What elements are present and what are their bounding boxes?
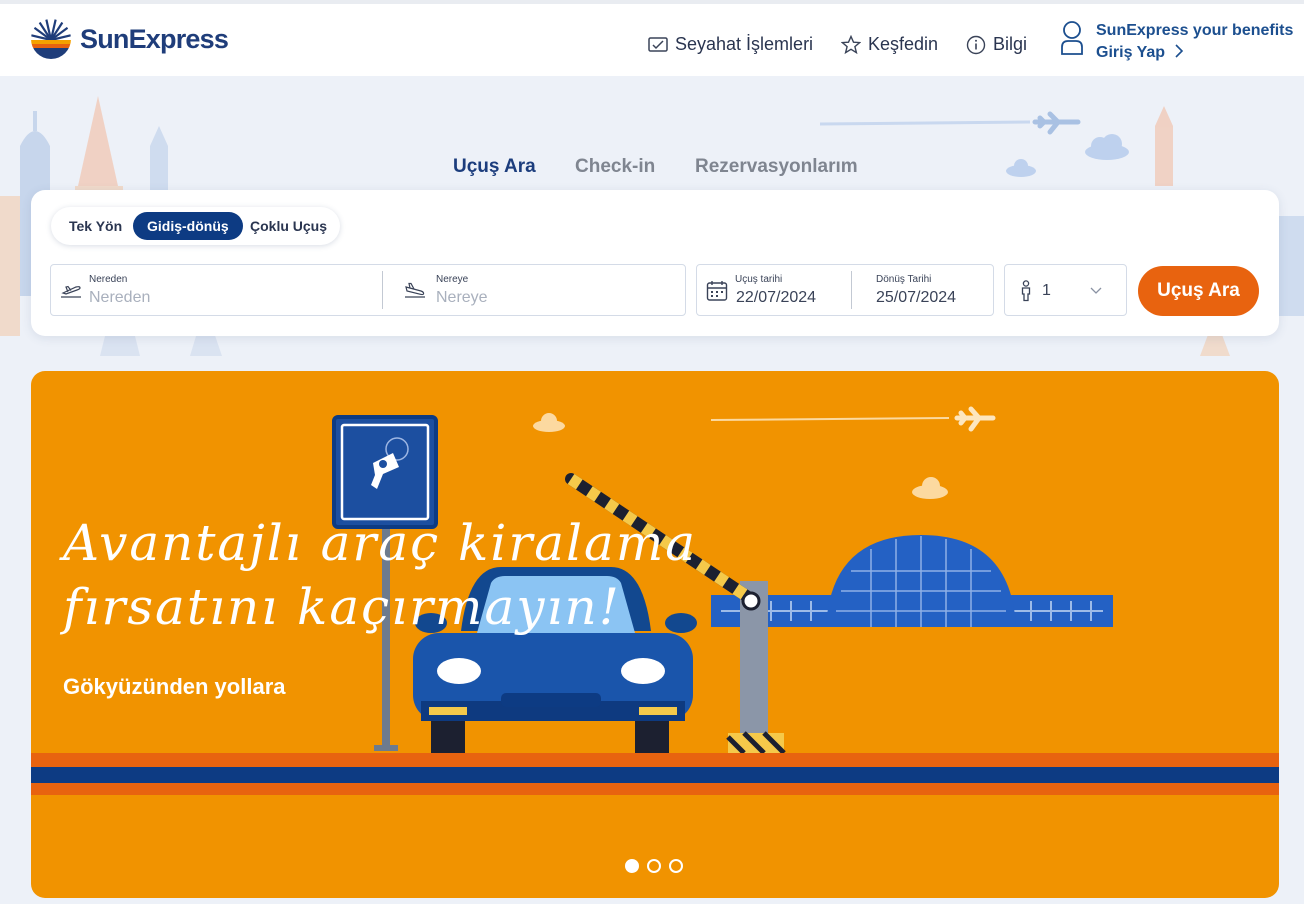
carousel-dots (625, 859, 683, 873)
chevron-right-icon (1174, 44, 1183, 58)
tab-my-reservations[interactable]: Rezervasyonlarım (695, 156, 858, 178)
nav-item-label: Bilgi (993, 34, 1028, 54)
return-date-label: Dönüş Tarihi (876, 274, 932, 285)
field-divider (851, 271, 852, 309)
destination-label: Nereye (436, 274, 469, 285)
login-label: Giriş Yap (1096, 44, 1166, 61)
info-icon (966, 35, 986, 54)
passenger-selector[interactable]: 1 (1004, 264, 1127, 316)
origin-label: Nereden (89, 274, 128, 285)
account-benefits[interactable]: SunExpress your benefits Giriş Yap (1060, 20, 1293, 64)
site-header: SunExpress Seyahat İşlemleri Keşfedin Bi… (0, 4, 1304, 76)
user-icon (1061, 21, 1083, 55)
trip-type-round-trip[interactable]: Gidiş-dönüş (133, 212, 243, 240)
landing-icon (405, 282, 425, 298)
takeoff-icon (61, 285, 81, 298)
search-flights-button[interactable]: Uçuş Ara (1138, 266, 1259, 316)
nav-item-label: Seyahat İşlemleri (675, 34, 814, 54)
chevron-down-icon (1090, 287, 1102, 294)
banner-headline-line1: Avantajlı araç kiralama (63, 514, 698, 572)
departure-date-value: 22/07/2024 (736, 289, 817, 306)
carousel-dot-2[interactable] (647, 859, 661, 873)
origin-field[interactable]: Nereden Nereden (52, 266, 380, 314)
login-link[interactable]: Giriş Yap (1096, 42, 1293, 64)
sun-logo-icon (31, 19, 71, 59)
passenger-count: 1 (1042, 282, 1051, 299)
banner-headline: Avantajlı araç kiralama fırsatını kaçırm… (63, 511, 697, 639)
person-icon (1021, 280, 1031, 302)
brand-name: SunExpress (80, 23, 229, 54)
banner-subline: Gökyüzünden yollara (63, 674, 286, 699)
checkbox-icon (648, 36, 668, 52)
nav-item-label: Keşfedin (868, 34, 939, 54)
return-date-field[interactable]: Dönüş Tarihi 25/07/2024 (853, 266, 991, 314)
star-icon (841, 34, 861, 54)
nav-item-info[interactable]: Bilgi (966, 34, 1027, 55)
return-date-value: 25/07/2024 (876, 289, 957, 306)
departure-date-label: Uçuş tarihi (735, 274, 783, 285)
carousel-dot-3[interactable] (669, 859, 683, 873)
brand-logo[interactable]: SunExpress (30, 18, 229, 60)
benefits-title: SunExpress your benefits (1096, 22, 1294, 39)
carousel-dot-1[interactable] (625, 859, 639, 873)
trip-type-multi-city[interactable]: Çoklu Uçuş (236, 212, 341, 240)
destination-field[interactable]: Nereye Nereye (384, 266, 684, 314)
origin-placeholder: Nereden (89, 289, 151, 306)
nav-item-travel-actions[interactable]: Seyahat İşlemleri (648, 34, 813, 55)
tab-check-in[interactable]: Check-in (575, 156, 655, 178)
trip-type-one-way[interactable]: Tek Yön (55, 212, 136, 240)
departure-date-field[interactable]: Uçuş tarihi 22/07/2024 (698, 266, 850, 314)
tab-flight-search[interactable]: Uçuş Ara (453, 156, 536, 178)
nav-item-discover[interactable]: Keşfedin (841, 34, 938, 55)
destination-placeholder: Nereye (436, 289, 488, 306)
calendar-icon (706, 281, 728, 301)
banner-headline-line2: fırsatını kaçırmayın! (63, 578, 621, 636)
promo-banner[interactable]: Avantajlı araç kiralama fırsatını kaçırm… (31, 371, 1279, 898)
field-divider (382, 271, 383, 309)
